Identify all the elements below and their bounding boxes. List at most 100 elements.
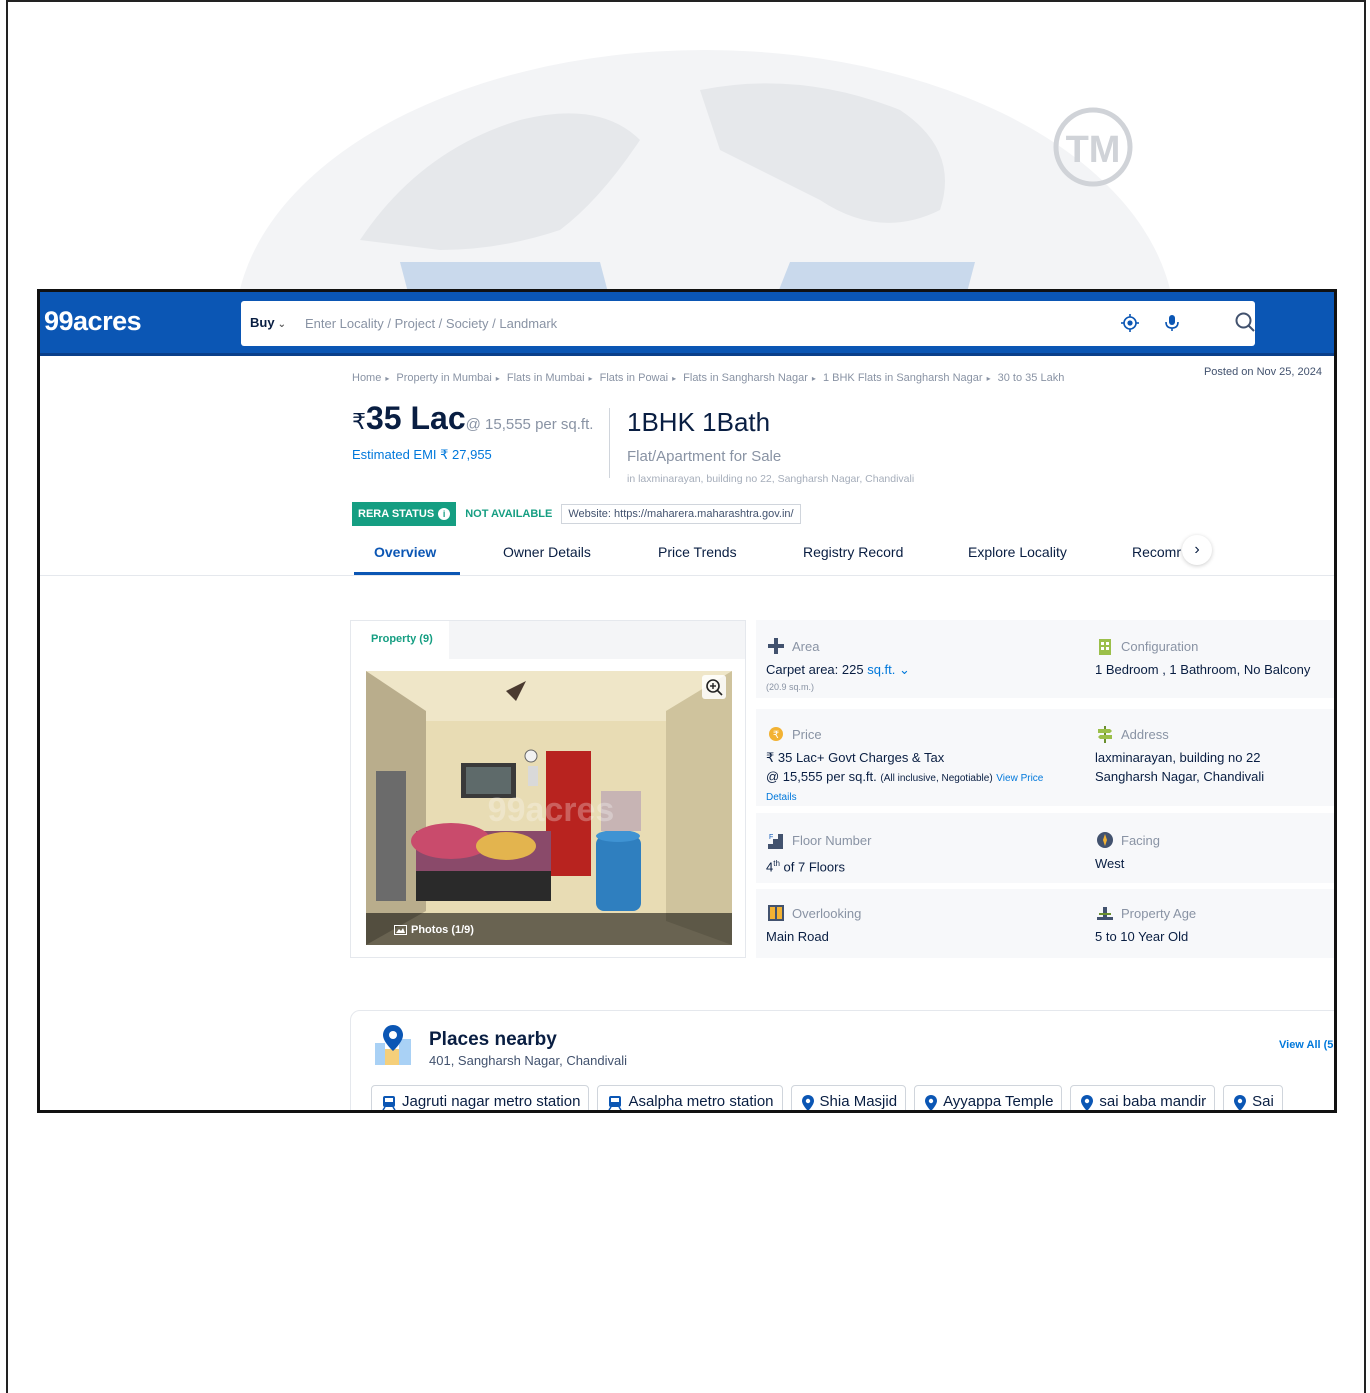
breadcrumb: Home ▸ Property in Mumbai ▸ Flats in Mumba…: [352, 372, 1065, 384]
place-chip[interactable]: Jagruti nagar metro station: [371, 1085, 590, 1110]
places-subtitle: 401, Sangharsh Nagar, Chandivali: [429, 1053, 628, 1068]
photo-gallery: Property (9) 99acres Photos (1/9): [350, 620, 746, 958]
chevron-down-icon: ⌄: [277, 319, 286, 330]
breadcrumb-item[interactable]: 1 BHK Flats in Sangharsh Nagar: [823, 372, 983, 384]
property-type: Flat/Apartment for Sale: [627, 448, 782, 465]
places-title: Places nearby: [429, 1029, 557, 1050]
view-all-link[interactable]: View All (5: [1279, 1039, 1333, 1051]
breadcrumb-item[interactable]: Property in Mumbai: [396, 372, 491, 384]
price-tag-icon: ₹: [769, 727, 783, 741]
address-label: Address: [1121, 726, 1169, 742]
detail-facing: Facing West: [1095, 830, 1334, 873]
location-pin-icon: [1081, 1095, 1094, 1110]
place-chip-label: Jagruti nagar metro station: [402, 1093, 581, 1110]
price-line-1: ₹ 35 Lac+ Govt Charges & Tax: [766, 750, 945, 765]
info-icon[interactable]: i: [438, 508, 451, 520]
place-chip[interactable]: Shia Masjid: [790, 1085, 907, 1110]
area-value: Carpet area: 225: [766, 662, 864, 677]
breadcrumb-item[interactable]: Home: [352, 372, 381, 384]
buy-dropdown-label: Buy: [250, 315, 275, 330]
tab-recommendations[interactable]: Recomr: [1132, 544, 1181, 560]
price-label: Price: [792, 726, 822, 742]
chevron-down-icon: ⌄: [895, 662, 910, 677]
property-location: in laxminarayan, building no 22, Sanghar…: [627, 473, 915, 485]
breadcrumb-item[interactable]: 30 to 35 Lakh: [998, 372, 1065, 384]
estimated-emi-link[interactable]: Estimated EMI ₹ 27,955: [352, 447, 492, 463]
site-logo[interactable]: 99acres: [44, 306, 142, 337]
price-block: ₹35 Lac@ 15,555 per sq.ft.: [352, 400, 593, 437]
search-bar[interactable]: Buy ⌄ Enter Locality / Project / Society …: [241, 301, 1255, 346]
image-icon: [394, 925, 407, 935]
area-sqm: (20.9 sq.m.): [766, 682, 815, 692]
gallery-tabbar: Property (9): [351, 621, 745, 659]
place-chip[interactable]: Asalpha metro station: [597, 1085, 783, 1110]
view-price-details-link[interactable]: View Price: [996, 773, 1043, 784]
place-chip-label: Shia Masjid: [819, 1093, 898, 1110]
rera-website[interactable]: Website: https://maharera.maharashtra.go…: [561, 504, 801, 524]
configuration-value: 1 Bedroom , 1 Bathroom, No Balcony: [1095, 662, 1311, 677]
photo-count-label: Photos (1/9): [411, 924, 474, 936]
place-chip[interactable]: Sai: [1223, 1085, 1283, 1110]
photo-watermark: 99acres: [488, 791, 615, 829]
detail-floor: F Floor Number 4th of 7 Floors: [766, 830, 1086, 876]
section-tabs: Overview Owner Details Price Trends Regi…: [40, 532, 1334, 576]
property-title: 1BHK 1Bath: [627, 407, 771, 437]
property-age-value: 5 to 10 Year Old: [1095, 929, 1189, 944]
rupee-symbol: ₹: [352, 409, 366, 434]
active-tab-indicator: [354, 572, 460, 575]
place-chip-label: sai baba mandir: [1099, 1093, 1207, 1110]
construction-icon: [1097, 907, 1113, 920]
facing-label: Facing: [1121, 832, 1161, 848]
location-pin-icon: [801, 1095, 814, 1110]
tab-owner-details[interactable]: Owner Details: [503, 544, 591, 560]
detail-configuration: Configuration 1 Bedroom , 1 Bathroom, No…: [1095, 636, 1334, 679]
screenshot-window: 99acres Buy ⌄ Enter Locality / Project / …: [37, 289, 1337, 1113]
area-unit-dropdown[interactable]: sq.ft.: [867, 662, 895, 677]
tab-price-trends[interactable]: Price Trends: [658, 544, 737, 560]
tab-registry-record[interactable]: Registry Record: [803, 544, 903, 560]
search-icon[interactable]: [1234, 311, 1256, 333]
rera-status-label: RERA STATUS: [358, 508, 435, 520]
area-label: Area: [792, 638, 820, 654]
locate-me-icon[interactable]: [1121, 314, 1139, 332]
tabs-next-arrow-icon[interactable]: ›: [1182, 535, 1212, 565]
gallery-tab-property[interactable]: Property (9): [351, 621, 449, 659]
price-note: (All inclusive, Negotiable): [880, 773, 993, 784]
window-icon: [768, 905, 784, 921]
location-pin-icon: [1234, 1095, 1247, 1110]
compass-icon: [1097, 832, 1113, 848]
floor-total: of 7 Floors: [783, 859, 845, 875]
configuration-label: Configuration: [1121, 638, 1199, 654]
top-navbar: 99acres Buy ⌄ Enter Locality / Project / …: [40, 292, 1334, 356]
breadcrumb-item[interactable]: Flats in Sangharsh Nagar: [683, 372, 808, 384]
tab-overview[interactable]: Overview: [374, 544, 436, 560]
rera-row: RERA STATUS i NOT AVAILABLE Website: htt…: [352, 502, 801, 526]
overlooking-value: Main Road: [766, 929, 829, 944]
area-icon: [768, 638, 784, 654]
facing-value: West: [1095, 856, 1125, 871]
photo-count[interactable]: Photos (1/9): [394, 924, 474, 936]
places-nearby-card: Places nearby 401, Sangharsh Nagar, Chan…: [350, 1010, 1334, 1110]
search-input[interactable]: Enter Locality / Project / Society / Lan…: [305, 316, 557, 331]
places-chips: Jagruti nagar metro station Asalpha metr…: [371, 1085, 1283, 1110]
property-photo[interactable]: 99acres Photos (1/9): [366, 671, 732, 945]
zoom-icon[interactable]: [702, 675, 726, 699]
photo-caption-bar: Photos (1/9): [366, 913, 732, 945]
price-line-2: @ 15,555 per sq.ft.: [766, 769, 877, 784]
microphone-icon[interactable]: [1163, 313, 1181, 333]
floor-suffix: th: [773, 859, 780, 868]
breadcrumb-item[interactable]: Flats in Mumbai: [507, 372, 585, 384]
metro-icon: [382, 1096, 396, 1110]
tab-explore-locality[interactable]: Explore Locality: [968, 544, 1067, 560]
metro-icon: [608, 1096, 623, 1110]
place-chip[interactable]: Ayyappa Temple: [914, 1085, 1063, 1110]
svg-text:F: F: [769, 834, 773, 841]
room-photo-illustration: 99acres: [366, 671, 732, 945]
buy-dropdown[interactable]: Buy ⌄: [250, 315, 286, 330]
price-amount: 35 Lac: [366, 400, 466, 436]
view-price-details-link-cont[interactable]: Details: [766, 788, 1081, 807]
breadcrumb-item[interactable]: Flats in Powai: [600, 372, 668, 384]
place-chip[interactable]: sai baba mandir: [1070, 1085, 1216, 1110]
address-line-2: Sangharsh Nagar, Chandivali: [1095, 769, 1265, 784]
place-chip-label: Asalpha metro station: [628, 1093, 774, 1110]
